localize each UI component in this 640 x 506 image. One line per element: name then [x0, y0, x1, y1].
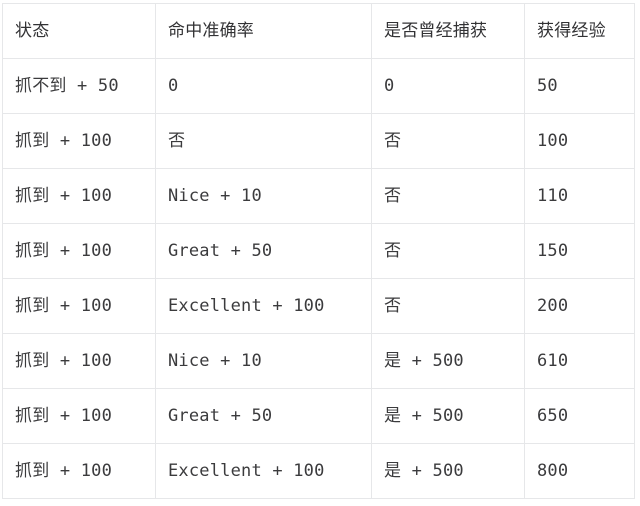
cell-status: 抓到 + 100: [2, 113, 156, 169]
cell-status: 抓到 + 100: [2, 223, 156, 279]
cell-exp: 150: [524, 223, 635, 279]
table-row: 抓不到 + 50 0 0 50: [2, 58, 635, 114]
cell-exp: 650: [524, 388, 635, 444]
table-row: 抓到 + 100 Nice + 10 是 + 500 610: [2, 333, 635, 389]
cell-caught: 是 + 500: [371, 333, 525, 389]
cell-status: 抓不到 + 50: [2, 58, 156, 114]
cell-caught: 否: [371, 113, 525, 169]
reward-table-container: 状态 命中准确率 是否曾经捕获 获得经验 抓不到 + 50 0 0 50 抓到 …: [2, 3, 635, 499]
cell-status: 抓到 + 100: [2, 388, 156, 444]
cell-caught: 否: [371, 223, 525, 279]
cell-status: 抓到 + 100: [2, 443, 156, 499]
column-header-accuracy: 命中准确率: [155, 3, 372, 59]
cell-exp: 100: [524, 113, 635, 169]
table-header: 状态 命中准确率 是否曾经捕获 获得经验: [2, 3, 635, 59]
cell-status: 抓到 + 100: [2, 168, 156, 224]
column-header-exp: 获得经验: [524, 3, 635, 59]
cell-caught: 否: [371, 278, 525, 334]
table-row: 抓到 + 100 Nice + 10 否 110: [2, 168, 635, 224]
cell-accuracy: Nice + 10: [155, 333, 372, 389]
table-header-row: 状态 命中准确率 是否曾经捕获 获得经验: [2, 3, 635, 59]
table-row: 抓到 + 100 Excellent + 100 是 + 500 800: [2, 443, 635, 499]
cell-exp: 800: [524, 443, 635, 499]
cell-exp: 110: [524, 168, 635, 224]
table-row: 抓到 + 100 Excellent + 100 否 200: [2, 278, 635, 334]
table-body: 抓不到 + 50 0 0 50 抓到 + 100 否 否 100 抓到 + 10…: [2, 58, 635, 499]
table-row: 抓到 + 100 Great + 50 否 150: [2, 223, 635, 279]
cell-accuracy: Nice + 10: [155, 168, 372, 224]
cell-caught: 0: [371, 58, 525, 114]
cell-accuracy: Great + 50: [155, 223, 372, 279]
cell-exp: 610: [524, 333, 635, 389]
cell-status: 抓到 + 100: [2, 333, 156, 389]
table-row: 抓到 + 100 否 否 100: [2, 113, 635, 169]
cell-accuracy: 否: [155, 113, 372, 169]
cell-exp: 200: [524, 278, 635, 334]
table-row: 抓到 + 100 Great + 50 是 + 500 650: [2, 388, 635, 444]
cell-accuracy: Excellent + 100: [155, 278, 372, 334]
column-header-caught: 是否曾经捕获: [371, 3, 525, 59]
experience-reward-table: 状态 命中准确率 是否曾经捕获 获得经验 抓不到 + 50 0 0 50 抓到 …: [2, 3, 635, 499]
cell-status: 抓到 + 100: [2, 278, 156, 334]
cell-caught: 是 + 500: [371, 443, 525, 499]
cell-caught: 否: [371, 168, 525, 224]
column-header-status: 状态: [2, 3, 156, 59]
cell-caught: 是 + 500: [371, 388, 525, 444]
cell-accuracy: 0: [155, 58, 372, 114]
cell-accuracy: Great + 50: [155, 388, 372, 444]
cell-exp: 50: [524, 58, 635, 114]
cell-accuracy: Excellent + 100: [155, 443, 372, 499]
